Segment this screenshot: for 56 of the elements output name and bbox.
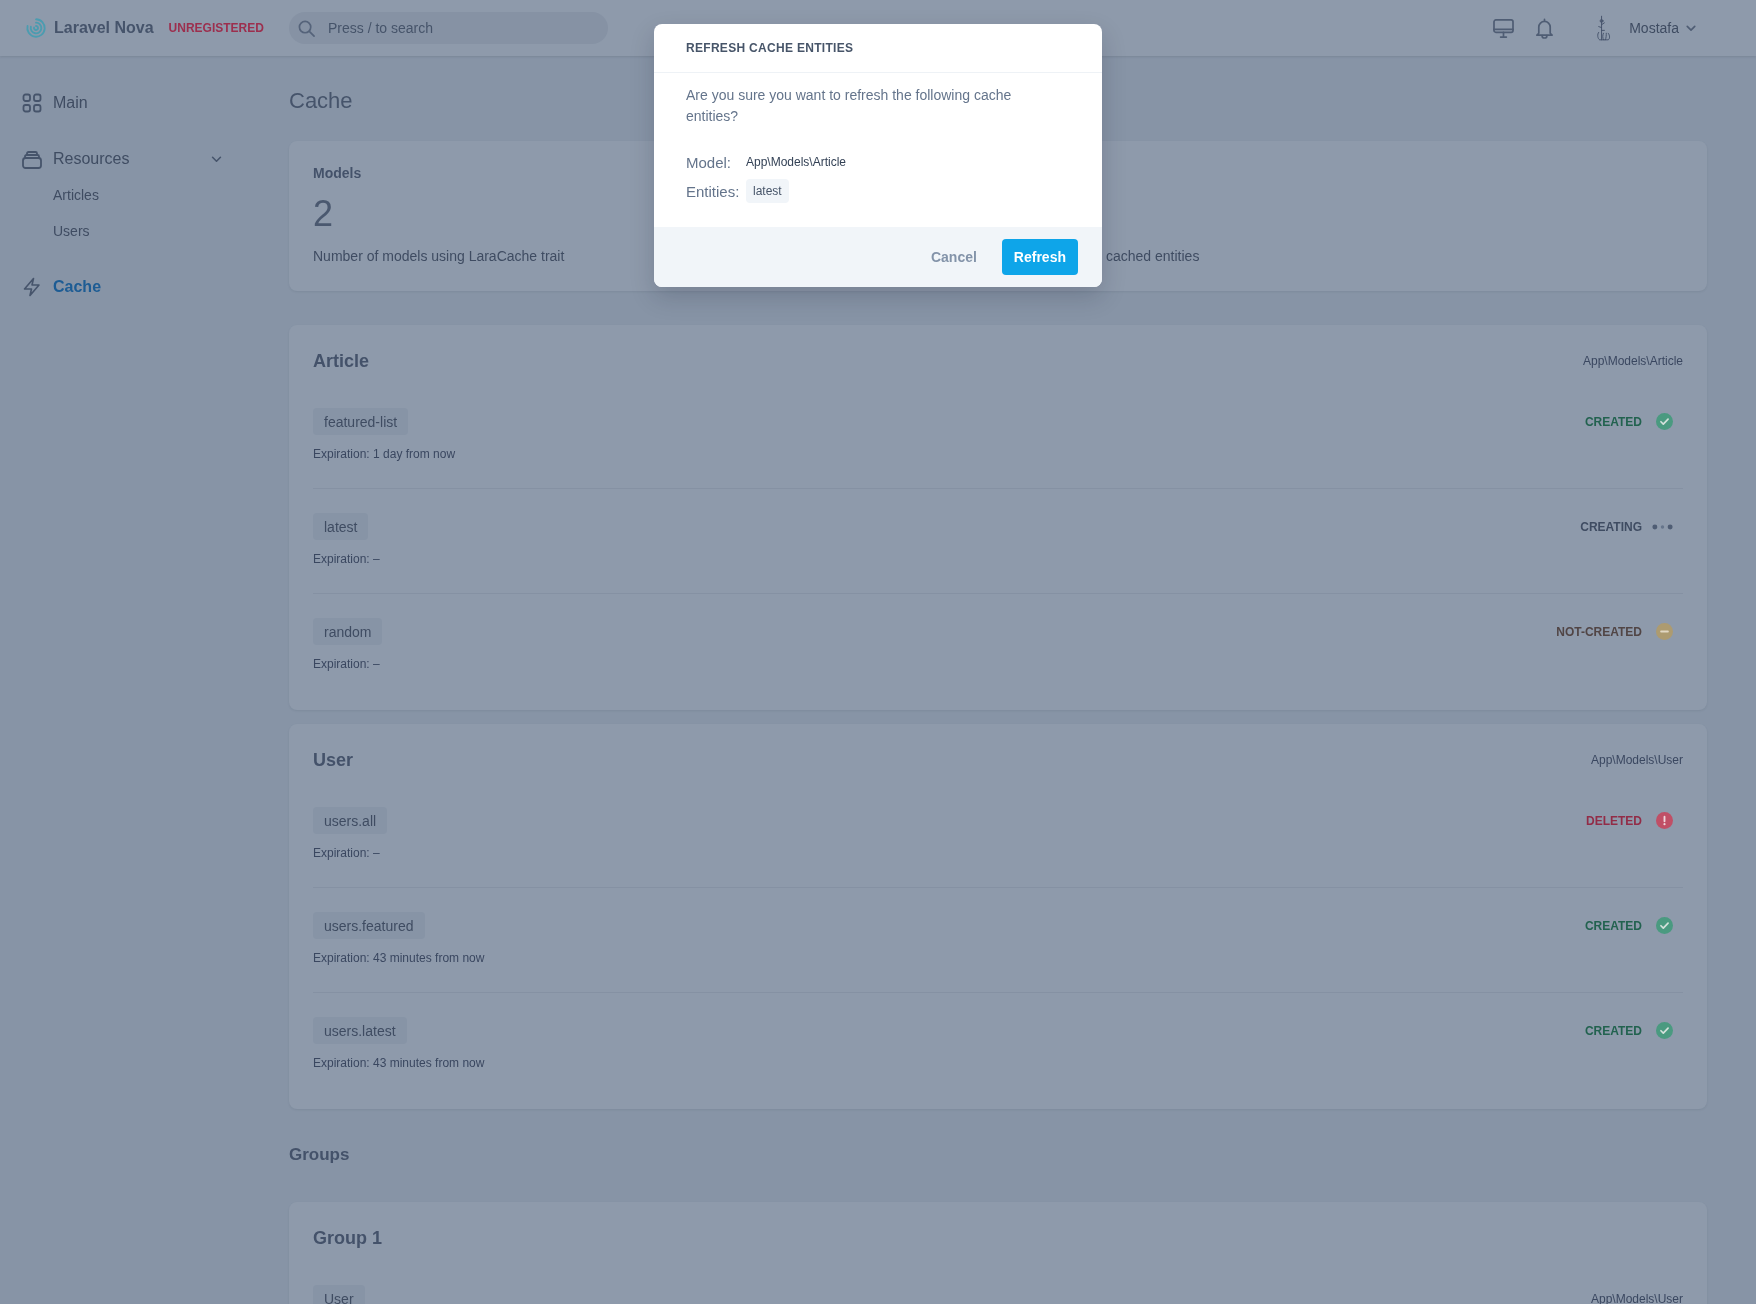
field-value: App\Models\Article [746,155,847,169]
expiration-text: Expiration: 1 day from now [313,446,456,462]
entity-tag[interactable]: latest [313,513,369,540]
expiration-text: Expiration: 43 minutes from now [313,950,485,966]
metric-title: Models [313,164,362,183]
expiration-text: Expiration: – [313,656,380,672]
sidebar-item[interactable]: Resources [22,141,222,177]
search-icon [298,19,315,37]
field-label: Entities: [686,182,741,200]
sidebar-item[interactable]: Main [22,85,222,121]
model-title: Article [313,350,370,372]
expiration-text: Expiration: – [313,845,380,861]
sidebar-subitem[interactable]: Articles [53,177,99,213]
grid-icon [22,93,42,113]
stack-icon [22,149,42,169]
entity-tag[interactable]: random [313,618,383,645]
status-label: CREATED [1584,1023,1642,1038]
sidebar-subitem[interactable]: Users [53,213,90,249]
metric-value: 2 [313,194,334,234]
chevron-down-icon[interactable] [211,155,222,163]
refresh-button[interactable]: Refresh [1001,239,1078,275]
page-title: Cache [289,88,353,114]
status-label: NOT-CREATED [1556,624,1642,639]
sidebar-item[interactable]: Cache [22,269,222,305]
model-title: User [313,749,354,771]
lightning-bolt-icon [22,277,42,297]
model-class-name: App\Models\User [1590,753,1683,767]
bell-icon[interactable] [1535,17,1555,39]
entity-tag[interactable]: featured-list [313,408,409,435]
group-title: Group 1 [313,1227,382,1249]
dialog-message: Are you sure you want to refresh the following cache entities? [686,86,1013,126]
status-label: DELETED [1586,813,1642,828]
metric-description: Number of models using LaraCache trait [313,247,565,266]
status-label: CREATING [1580,519,1642,534]
monitor-icon[interactable] [1493,18,1515,38]
expiration-text: Expiration: – [313,551,380,567]
license-status-label: UNREGISTERED [168,21,264,35]
dialog-title: REFRESH CACHE ENTITIES [686,41,854,55]
entity-tag[interactable]: users.all [313,807,388,834]
search-field[interactable]: Press / to search [289,12,608,44]
entity-tag[interactable]: users.latest [313,1017,407,1044]
cancel-button[interactable]: Cancel [922,239,985,275]
status-label: CREATED [1584,414,1642,429]
avatar-icon [1594,14,1612,42]
section-heading: Groups [289,1144,350,1166]
chevron-down-icon [1686,24,1696,32]
brand-name[interactable]: Laravel Nova [54,19,154,37]
field-label: Model: [686,153,733,171]
expiration-text: Expiration: 43 minutes from now [313,1055,485,1071]
metric-description: cached entities [1106,247,1200,266]
user-menu[interactable]: Mostafa [1594,14,1696,42]
entity-tag[interactable]: users.featured [313,912,425,939]
status-label: CREATED [1584,918,1642,933]
model-tag[interactable]: User [313,1285,365,1304]
entity-tag: latest [746,179,789,203]
model-class-name: App\Models\Article [1582,354,1683,368]
